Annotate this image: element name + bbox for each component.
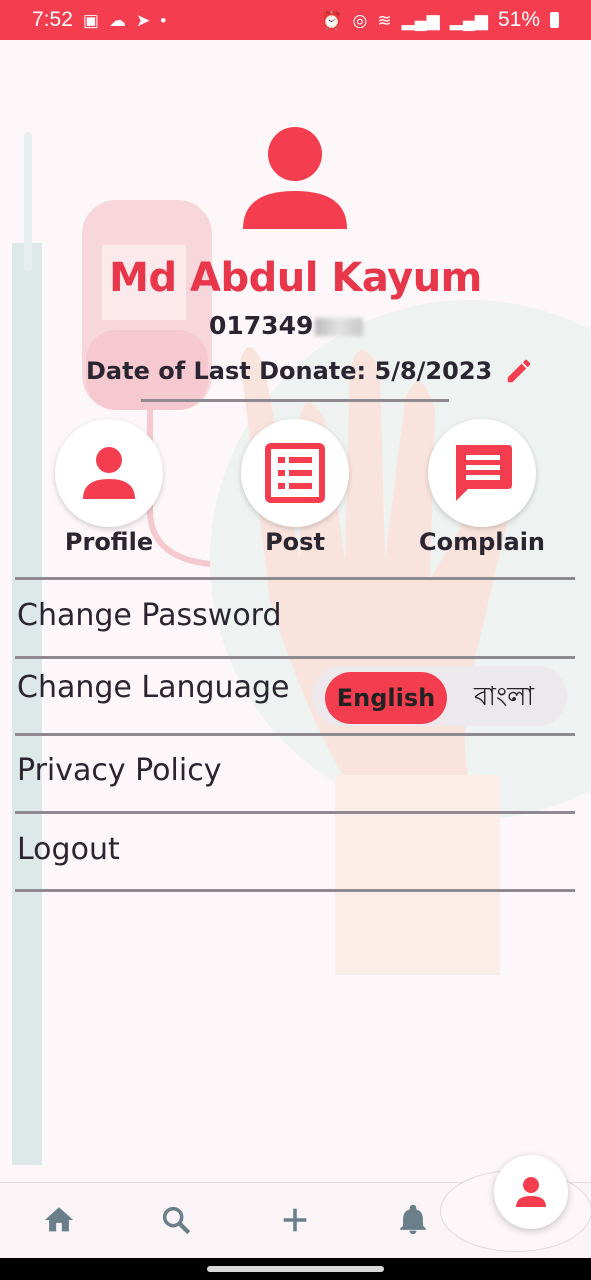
image-icon: ▣: [82, 10, 99, 30]
header-divider: [141, 399, 449, 402]
user-avatar-icon: [243, 127, 347, 229]
dot-icon: •: [160, 10, 167, 30]
signal-icon: ▂▄▆: [449, 10, 488, 30]
language-toggle[interactable]: English বাংলা: [312, 666, 567, 726]
menu-divider: [15, 577, 575, 580]
complain-label: Complain: [418, 528, 546, 556]
menu-divider: [15, 889, 575, 892]
home-gesture-pill[interactable]: [207, 1266, 384, 1272]
status-bar: 7:52 ▣ ☁ ➤ • ⏰ ◎ ≋ ▂▄▆ ▂▄▆ 51%: [0, 0, 591, 40]
chat-icon: [456, 445, 512, 501]
profile-button[interactable]: [55, 419, 163, 527]
last-donate-row: Date of Last Donate: 5/8/2023: [86, 356, 534, 386]
hotspot-icon: ◎: [352, 10, 368, 30]
user-name: Md Abdul Kayum: [109, 255, 482, 301]
search-icon[interactable]: [159, 1203, 193, 1237]
home-icon[interactable]: [42, 1203, 76, 1237]
add-icon[interactable]: [278, 1203, 312, 1237]
list-icon: [265, 443, 325, 503]
complain-button[interactable]: [428, 419, 536, 527]
change-language-item[interactable]: Change Language: [17, 670, 289, 705]
signal-icon: ▂▄▆: [401, 10, 440, 30]
battery-percent: 51%: [497, 8, 540, 31]
alarm-icon: ⏰: [321, 10, 343, 30]
status-time: 7:52: [32, 8, 73, 31]
person-icon: [83, 447, 135, 499]
profile-fab-button[interactable]: [494, 1155, 568, 1229]
privacy-policy-item[interactable]: Privacy Policy: [17, 753, 221, 788]
phone-number: 017349: [209, 311, 314, 340]
change-password-item[interactable]: Change Password: [17, 598, 282, 633]
last-donate-text: Date of Last Donate: 5/8/2023: [86, 357, 493, 385]
wifi-icon: ≋: [377, 10, 392, 30]
weather-icon: ☁: [108, 10, 126, 30]
user-phone: 017349: [209, 311, 364, 340]
battery-icon: [550, 12, 559, 28]
plane-icon: ➤: [135, 10, 151, 30]
phone-redacted: [315, 318, 364, 336]
bell-icon[interactable]: [396, 1203, 430, 1237]
menu-divider: [15, 656, 575, 659]
post-label: Post: [265, 528, 325, 556]
logout-item[interactable]: Logout: [17, 832, 120, 867]
profile-icon: [516, 1177, 546, 1207]
profile-label: Profile: [64, 528, 154, 556]
english-option[interactable]: English: [325, 672, 447, 724]
menu-divider: [15, 811, 575, 814]
edit-pencil-icon[interactable]: [504, 356, 534, 386]
post-button[interactable]: [241, 419, 349, 527]
menu-divider: [15, 733, 575, 736]
bangla-option[interactable]: বাংলা: [454, 672, 554, 724]
